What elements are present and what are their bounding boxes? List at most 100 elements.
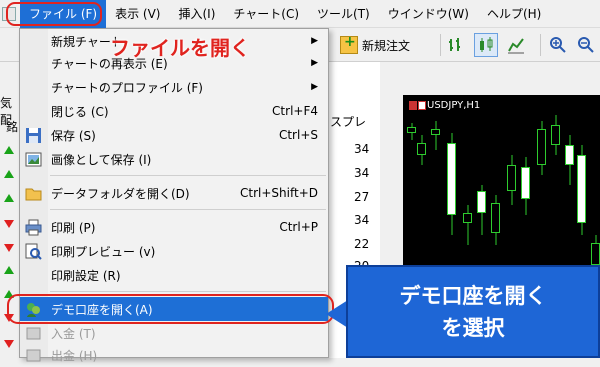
spread-value: 34 [354,213,370,227]
menu-item-save-as-image[interactable]: 画像として保存 (I) [20,147,328,171]
candle [537,121,546,175]
candle-body [521,167,530,199]
submenu-arrow-icon: ▶ [311,82,318,92]
menu-item-save[interactable]: 保存 (S) Ctrl+S [20,123,328,147]
candle-body [507,165,516,191]
spread-value: 27 [354,190,370,204]
zoom-in-button[interactable] [546,33,570,57]
candle-body [591,243,600,265]
candle-body [551,125,560,145]
candle-body [565,145,574,165]
menu-tools[interactable]: ツール(T) [308,0,379,28]
candle [407,123,416,140]
bar-chart-icon [444,33,468,57]
menu-item-label: 印刷プレビュー (v) [51,244,156,259]
candlestick-icon [474,33,498,57]
menu-insert[interactable]: 挿入(I) [169,0,224,28]
callout-line-1: デモ口座を開く [399,283,547,308]
menu-item-open-data-folder[interactable]: データフォルダを開く(D) Ctrl+Shift+D [20,181,328,205]
menu-item-close[interactable]: 閉じる (C) Ctrl+F4 [20,99,328,123]
candle-body [577,155,586,223]
menu-view[interactable]: 表示 (V) [106,0,169,28]
callout-pointer [326,300,348,328]
menu-item-chart-profiles[interactable]: チャートのプロファイル (F) ▶ [20,75,328,99]
instruction-callout: デモ口座を開く を選択 [346,265,600,358]
candle [463,205,472,245]
candle-body [431,129,440,135]
chart-symbol-title: USDJPY,H1 [427,100,481,111]
candle-body [407,127,416,133]
menu-separator [50,291,326,292]
flag-us-icon [409,101,417,110]
candle-wick [467,205,468,245]
menu-item-label: 印刷設定 (R) [51,268,121,283]
candle [417,135,426,165]
flag-jp-icon [418,101,426,110]
demo-account-highlight-ring [7,294,334,324]
candle-body [463,213,472,223]
annotation-open-file: ファイルを開く [110,36,250,60]
toolbar-separator [540,34,541,56]
bar-chart-button[interactable] [444,33,468,57]
candlestick-button[interactable] [474,33,498,57]
menu-item-shortcut: Ctrl+Shift+D [240,186,318,200]
submenu-arrow-icon: ▶ [311,58,318,68]
callout-line-2: を選択 [441,315,505,340]
candle [447,133,456,235]
up-arrow-icon [4,146,14,154]
new-order-button[interactable]: 新規注文 [340,33,436,57]
image-icon [25,151,42,168]
candle-body [491,203,500,233]
up-arrow-icon [4,170,14,178]
candle [521,157,530,215]
column-header-symbol: 銘 [6,120,19,134]
up-arrow-icon [4,266,14,274]
menu-item-print-setup[interactable]: 印刷設定 (R) [20,263,328,287]
candle [491,195,500,245]
new-order-label: 新規注文 [362,38,411,53]
candle-body [537,129,546,165]
menu-item-label: 保存 (S) [51,128,96,143]
menu-item-withdraw[interactable]: 出金 (H) [20,343,328,367]
line-chart-icon [504,33,528,57]
column-header-spread: スプレ [330,115,367,129]
menu-item-label: 閉じる (C) [51,104,109,119]
submenu-arrow-icon: ▶ [311,36,318,46]
deposit-icon [25,325,42,342]
menu-separator [50,175,326,176]
menu-item-label: 出金 (H) [51,348,98,363]
menu-item-label: 画像として保存 (I) [51,152,152,167]
spread-value: 22 [354,237,370,251]
down-arrow-icon [4,340,14,348]
down-arrow-icon [4,220,14,228]
line-chart-button[interactable] [504,33,528,57]
menu-item-shortcut: Ctrl+P [279,220,318,234]
candle [551,115,560,155]
menu-item-deposit[interactable]: 入金 (T) [20,321,328,345]
candle-body [447,143,456,215]
zoom-out-button[interactable] [574,33,598,57]
candle-body [417,143,426,155]
menu-chart[interactable]: チャート(C) [224,0,308,28]
zoom-out-icon [574,33,598,57]
menu-item-shortcut: Ctrl+F4 [272,104,318,118]
print-preview-icon [25,243,42,260]
menu-item-label: 入金 (T) [51,326,96,341]
menu-window[interactable]: ウインドウ(W) [379,0,478,28]
menu-item-shortcut: Ctrl+S [278,128,318,142]
candle [431,121,440,150]
spread-value: 34 [354,166,370,180]
candle-wick [435,121,436,150]
new-order-icon [340,34,358,54]
menu-item-print-preview[interactable]: 印刷プレビュー (v) [20,239,328,263]
toolbar-separator [440,34,441,56]
menu-help[interactable]: ヘルプ(H) [478,0,550,28]
save-icon [25,127,42,144]
candle [565,135,574,185]
menu-item-label: 印刷 (P) [51,220,96,235]
menu-item-print[interactable]: 印刷 (P) Ctrl+P [20,215,328,239]
folder-icon [25,185,42,202]
menu-separator [50,209,326,210]
file-menu-highlight-ring [6,2,102,26]
down-arrow-icon [4,244,14,252]
